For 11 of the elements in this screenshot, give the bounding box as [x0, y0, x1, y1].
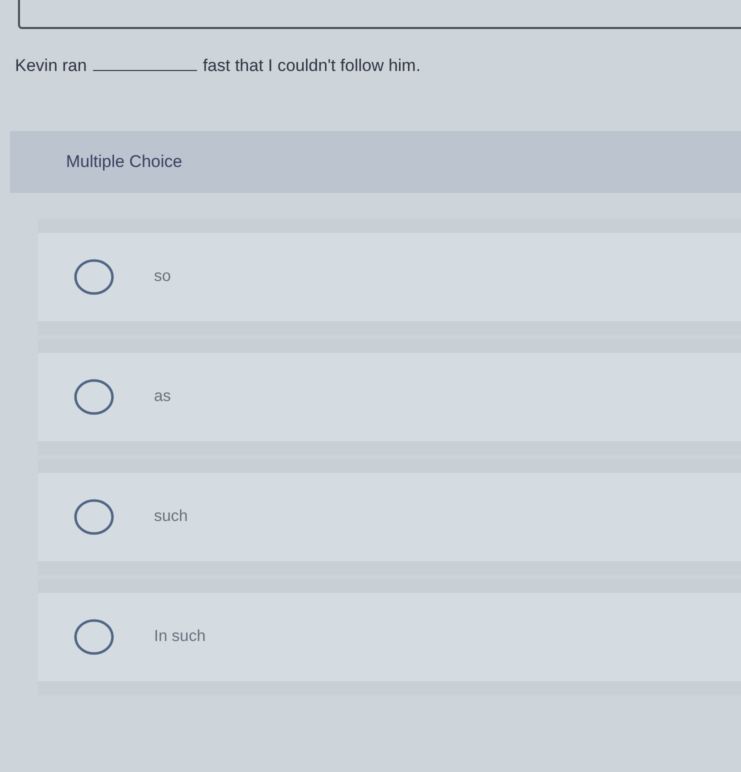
answer-option[interactable]: such — [38, 473, 741, 561]
question-text: fast that I couldn't follow him. — [202, 56, 421, 76]
radio-button-icon[interactable] — [74, 619, 114, 655]
answer-option[interactable]: In such — [38, 593, 741, 681]
radio-button-icon[interactable] — [74, 499, 114, 535]
radio-button-icon[interactable] — [74, 259, 114, 295]
question-text: Kevin ran — [15, 56, 87, 76]
section-title: Multiple Choice — [66, 152, 182, 172]
answer-option[interactable]: so — [38, 233, 741, 321]
answer-option[interactable]: as — [38, 353, 741, 441]
radio-button-icon[interactable] — [74, 379, 114, 415]
